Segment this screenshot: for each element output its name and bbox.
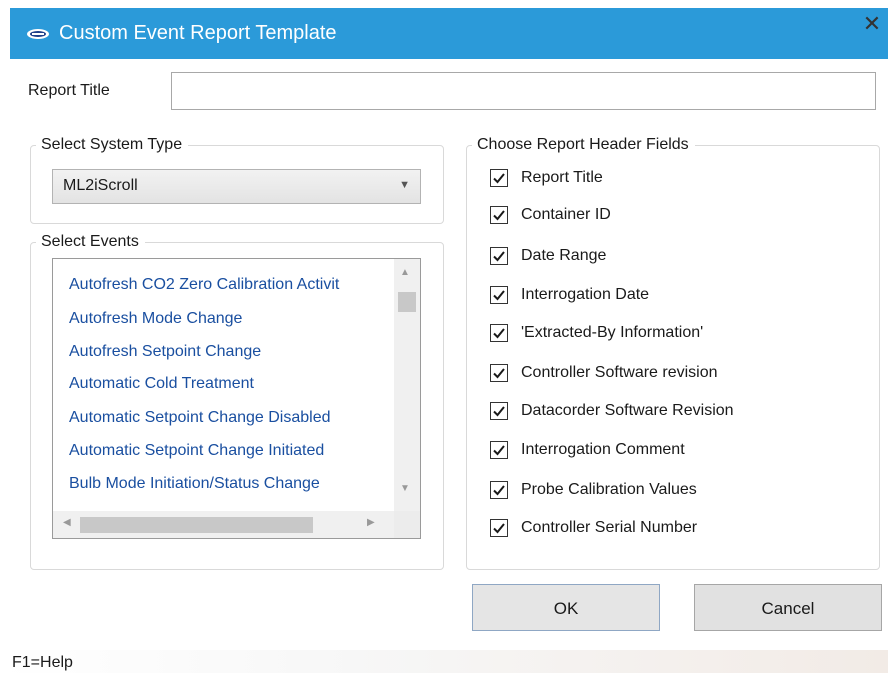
checkbox-label: Container ID xyxy=(521,206,611,223)
system-type-select[interactable]: ML2iScroll ▼ xyxy=(52,169,421,204)
list-item[interactable]: Autofresh Mode Change xyxy=(69,309,242,329)
checkmark-icon xyxy=(493,485,505,496)
checkbox-label: Controller Software revision xyxy=(521,364,718,381)
list-item[interactable]: Automatic Setpoint Change Disabled xyxy=(69,408,331,428)
scrollbar-corner xyxy=(394,511,420,538)
checkmark-icon xyxy=(493,290,505,301)
checkmark-icon xyxy=(493,173,505,184)
system-type-group-label: Select System Type xyxy=(36,135,189,155)
vertical-scroll-thumb[interactable] xyxy=(398,292,416,312)
scroll-up-icon[interactable]: ▲ xyxy=(400,267,410,278)
checkbox[interactable] xyxy=(490,247,508,265)
app-icon xyxy=(27,29,49,39)
scroll-left-icon[interactable]: ◀ xyxy=(63,517,71,528)
checkbox[interactable] xyxy=(490,286,508,304)
header-fields-group-label: Choose Report Header Fields xyxy=(472,135,695,155)
checkbox[interactable] xyxy=(490,402,508,420)
window-title: Custom Event Report Template xyxy=(59,22,337,44)
list-item[interactable]: Bulb Mode Initiation/Status Change xyxy=(69,474,320,494)
checkmark-icon xyxy=(493,251,505,262)
checkbox[interactable] xyxy=(490,324,508,342)
checkbox-label: Datacorder Software Revision xyxy=(521,402,734,419)
checkbox[interactable] xyxy=(490,169,508,187)
checkbox-label: Probe Calibration Values xyxy=(521,481,697,498)
events-listbox[interactable]: Autofresh CO2 Zero Calibration Activit A… xyxy=(52,258,421,539)
cancel-button[interactable]: Cancel xyxy=(694,584,882,631)
checkbox[interactable] xyxy=(490,481,508,499)
checkmark-icon xyxy=(493,523,505,534)
system-type-selected-value: ML2iScroll xyxy=(63,177,138,194)
scroll-down-icon[interactable]: ▼ xyxy=(400,483,410,494)
checkbox-label: Date Range xyxy=(521,247,607,264)
help-hint: F1=Help xyxy=(12,654,73,671)
chevron-down-icon: ▼ xyxy=(399,179,410,191)
report-title-label: Report Title xyxy=(28,82,110,99)
ok-button[interactable]: OK xyxy=(472,584,660,631)
checkbox[interactable] xyxy=(490,206,508,224)
checkbox-label: Report Title xyxy=(521,169,603,186)
list-item[interactable]: Automatic Cold Treatment xyxy=(69,374,254,394)
checkbox[interactable] xyxy=(490,441,508,459)
checkmark-icon xyxy=(493,445,505,456)
title-bar[interactable]: Custom Event Report Template xyxy=(10,8,888,59)
horizontal-scrollbar[interactable]: ◀ ▶ xyxy=(53,511,394,538)
vertical-scrollbar[interactable]: ▲ ▼ xyxy=(394,259,420,511)
horizontal-scroll-thumb[interactable] xyxy=(80,517,313,533)
checkmark-icon xyxy=(493,368,505,379)
list-item[interactable]: Autofresh Setpoint Change xyxy=(69,342,261,362)
scroll-right-icon[interactable]: ▶ xyxy=(367,517,375,528)
checkmark-icon xyxy=(493,210,505,221)
list-item[interactable]: Autofresh CO2 Zero Calibration Activit xyxy=(69,275,339,295)
checkbox[interactable] xyxy=(490,519,508,537)
status-bar: F1=Help xyxy=(0,650,888,673)
checkmark-icon xyxy=(493,406,505,417)
checkbox-label: Controller Serial Number xyxy=(521,519,698,536)
events-group-label: Select Events xyxy=(36,232,145,252)
checkbox[interactable] xyxy=(490,364,508,382)
list-item[interactable]: Automatic Setpoint Change Initiated xyxy=(69,441,324,461)
checkbox-label: Interrogation Date xyxy=(521,286,650,303)
close-icon[interactable]: ✕ xyxy=(860,10,884,38)
checkbox-label: Interrogation Comment xyxy=(521,441,685,458)
checkmark-icon xyxy=(493,328,505,339)
checkbox-label: 'Extracted-By Information' xyxy=(521,324,704,341)
report-title-input[interactable] xyxy=(171,72,876,110)
